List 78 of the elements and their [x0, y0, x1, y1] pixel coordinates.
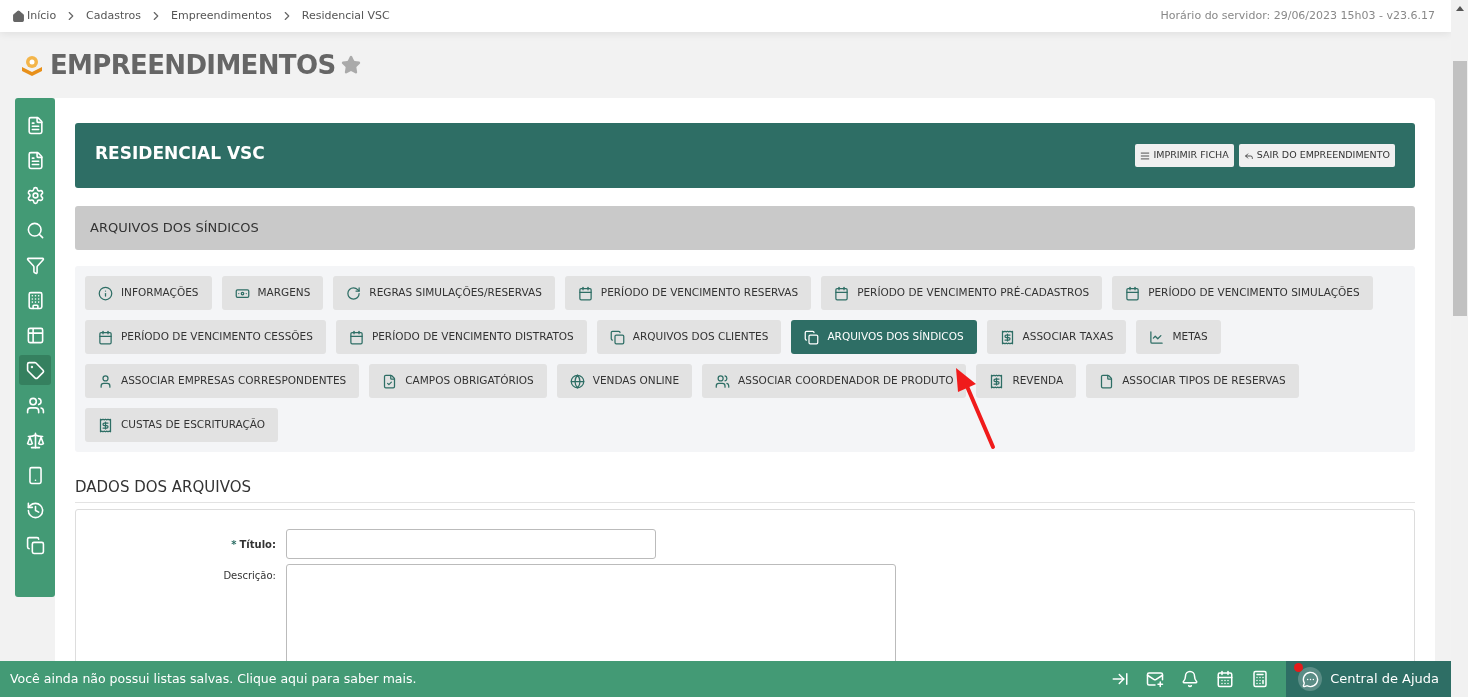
tab[interactable]: ASSOCIAR TIPOS DE RESERVAS: [1086, 364, 1299, 398]
tab[interactable]: PERÍODO DE VENCIMENTO DISTRATOS: [335, 320, 587, 354]
form-title: DADOS DOS ARQUIVOS: [75, 476, 1415, 503]
section-bar: ARQUIVOS DOS SÍNDICOS: [75, 206, 1415, 250]
document-check-icon: [382, 373, 398, 389]
receipt-icon: [999, 329, 1015, 345]
scroll-up-icon[interactable]: [1455, 6, 1464, 11]
tab[interactable]: ASSOCIAR EMPRESAS CORRESPONDENTES: [85, 364, 360, 398]
page-title: EMPREENDIMENTOS: [50, 48, 336, 82]
tab[interactable]: ARQUIVOS DOS CLIENTES: [596, 320, 782, 354]
search-icon: [25, 220, 45, 240]
table-icon: [25, 325, 45, 345]
list-icon: [1140, 150, 1151, 161]
filter-icon: [25, 255, 45, 275]
building-icon: [25, 290, 45, 310]
reply-icon: [1243, 150, 1254, 161]
collapse-icon[interactable]: [1111, 670, 1130, 688]
chat-icon: [1301, 670, 1319, 688]
tab[interactable]: INFORMAÇÕES: [85, 276, 212, 310]
sidebar-button[interactable]: [19, 355, 51, 385]
tab[interactable]: PERÍODO DE VENCIMENTO CESSÕES: [85, 320, 326, 354]
required-mark: *: [231, 538, 237, 550]
globe-icon: [569, 373, 585, 389]
history-icon: [25, 500, 45, 520]
tab[interactable]: METAS: [1136, 320, 1221, 354]
tab[interactable]: PERÍODO DE VENCIMENTO RESERVAS: [564, 276, 812, 310]
tab[interactable]: PERÍODO DE VENCIMENTO PRÉ-CADASTROS: [821, 276, 1103, 310]
tab[interactable]: ASSOCIAR TAXAS: [986, 320, 1127, 354]
tab[interactable]: REVENDA: [976, 364, 1077, 398]
tab[interactable]: ASSOCIAR COORDENADOR DE PRODUTO: [702, 364, 967, 398]
home-icon: [12, 9, 25, 23]
document-icon: [1099, 373, 1115, 389]
server-time: Horário do servidor: 29/06/2023 15h03 - v23.6.17: [1160, 7, 1435, 24]
mail-icon[interactable]: [1146, 670, 1165, 688]
project-logo-icon: [20, 53, 44, 77]
calendar-icon: [577, 285, 593, 301]
calendar-icon: [98, 329, 113, 345]
notification-icon[interactable]: [1181, 670, 1200, 688]
favorite-star-icon[interactable]: [341, 55, 362, 75]
exit-button[interactable]: SAIR DO EMPREENDIMENTO: [1238, 144, 1395, 167]
document-icon: [25, 115, 45, 135]
chart-icon: [1149, 329, 1165, 345]
copy-icon: [804, 329, 820, 345]
calculator-icon[interactable]: [1251, 670, 1270, 688]
breadcrumb-link[interactable]: Cadastros: [86, 7, 142, 25]
tag-icon: [25, 360, 45, 380]
breadcrumb-link[interactable]: Residencial VSC: [301, 7, 390, 25]
people-icon: [715, 373, 731, 389]
tab[interactable]: CUSTAS DE ESCRITURAÇÃO: [85, 408, 279, 442]
field-label-text: Descrição:: [223, 569, 276, 581]
people-icon: [25, 395, 45, 415]
receipt-icon: [989, 373, 1005, 389]
refresh-icon: [346, 285, 362, 301]
title-input[interactable]: [286, 528, 656, 559]
receipt-icon: [98, 417, 113, 433]
tab[interactable]: VENDAS ONLINE: [556, 364, 693, 398]
calendar-icon: [1125, 285, 1141, 301]
calendar-icon: [348, 329, 364, 345]
tab[interactable]: MARGENS: [221, 276, 324, 310]
settings-icon: [25, 185, 45, 205]
tab[interactable]: CAMPOS OBRIGATÓRIOS: [369, 364, 547, 398]
document-icon: [25, 150, 45, 170]
scale-icon: [25, 430, 45, 450]
project-title: RESIDENCIAL VSC: [95, 141, 265, 165]
user-icon: [98, 373, 113, 389]
help-center-button[interactable]: Central de Ajuda: [1286, 661, 1451, 697]
tab[interactable]: PERÍODO DE VENCIMENTO SIMULAÇÕES: [1112, 276, 1373, 310]
calendar-icon[interactable]: [1216, 670, 1235, 688]
copy-icon: [25, 535, 45, 555]
breadcrumb-link[interactable]: Empreendimentos: [171, 7, 272, 25]
field-label-text: Título:: [239, 538, 276, 550]
copy-icon: [609, 329, 625, 345]
tab[interactable]: ARQUIVOS DOS SÍNDICOS: [791, 320, 977, 354]
info-icon: [98, 285, 113, 301]
print-button[interactable]: IMPRIMIR FICHA: [1135, 144, 1234, 167]
tab[interactable]: REGRAS SIMULAÇÕES/RESERVAS: [333, 276, 555, 310]
breadcrumb-link[interactable]: Início: [12, 7, 57, 25]
calendar-icon: [834, 285, 850, 301]
